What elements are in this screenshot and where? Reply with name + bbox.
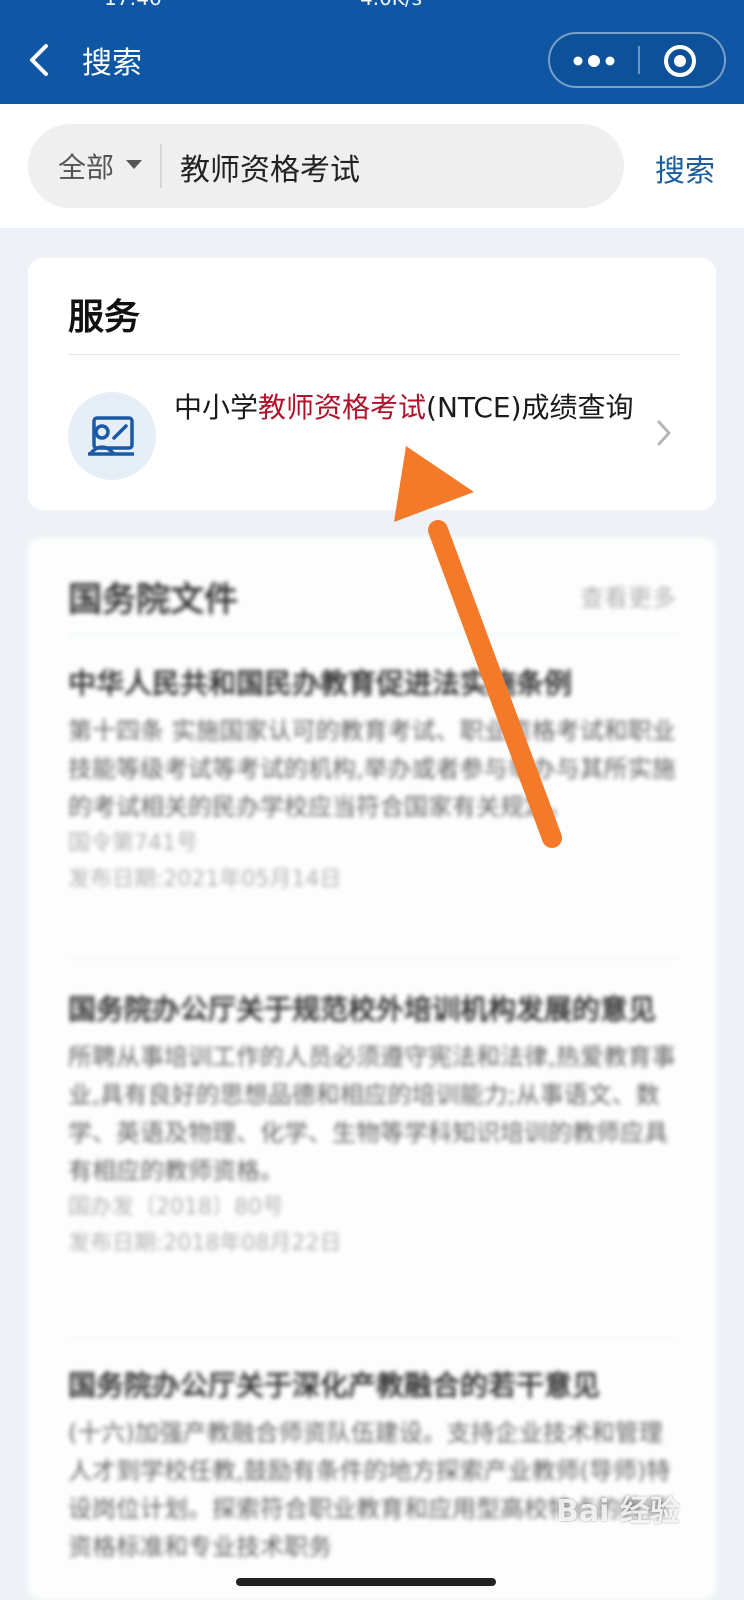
label-prefix: 中小学 (174, 391, 259, 424)
document-title: 中华人民共和国民办教育促进法实施条例 (68, 667, 573, 700)
divider (68, 1338, 678, 1339)
document-item[interactable]: 国务院办公厅关于规范校外培训机构发展的意见 所聘从事培训工作的人员必须遵守宪法和… (68, 988, 678, 1262)
search-box: 全部 (28, 124, 624, 208)
services-title: 服务 (68, 297, 141, 338)
document-number: 国令第741号 (68, 831, 198, 856)
documents-title: 国务院文件 (68, 580, 238, 620)
state-council-documents-card: 国务院文件 查看更多 中华人民共和国民办教育促进法实施条例 第十四条 实施国家认… (28, 538, 716, 1600)
teacher-board-icon (68, 392, 156, 480)
document-date: 发布日期:2018年08月22日 (68, 1231, 342, 1256)
divider (68, 634, 680, 635)
search-button[interactable]: 搜索 (655, 146, 715, 190)
search-divider (160, 144, 162, 188)
home-indicator (236, 1578, 496, 1586)
more-dots-icon[interactable] (550, 34, 638, 86)
back-chevron-icon[interactable] (22, 40, 58, 80)
document-excerpt: 第十四条 实施国家认可的教育考试、职业资格考试和职业技能等级考试等考试的机构,举… (68, 717, 676, 821)
mini-program-capsule (548, 32, 726, 88)
page-title: 搜索 (82, 46, 142, 81)
search-input[interactable] (178, 138, 602, 196)
chevron-right-icon (657, 420, 671, 446)
services-card: 服务 中小学教师资格考试(NTCE)成绩查询 (28, 258, 716, 510)
label-highlight: 教师资格考试 (258, 391, 427, 424)
document-date: 发布日期:2021年05月14日 (68, 867, 342, 892)
divider (68, 958, 678, 959)
document-excerpt: 所聘从事培训工作的人员必须遵守宪法和法律,热爱教育事业,具有良好的思想品德和相应… (68, 1043, 676, 1185)
label-suffix: (NTCE)成绩查询 (426, 391, 634, 424)
document-title: 国务院办公厅关于深化产教融合的若干意见 (68, 1369, 601, 1402)
view-more-link[interactable]: 查看更多 (580, 578, 676, 613)
caret-down-icon[interactable] (126, 160, 142, 169)
mini-program-close-icon[interactable] (640, 34, 726, 86)
document-title: 国务院办公厅关于规范校外培训机构发展的意见 (68, 993, 657, 1026)
status-time: 17:46 (104, 0, 162, 10)
document-item[interactable]: 中华人民共和国民办教育促进法实施条例 第十四条 实施国家认可的教育考试、职业资格… (68, 662, 678, 898)
service-item-label: 中小学教师资格考试(NTCE)成绩查询 (174, 386, 634, 430)
search-scope-dropdown[interactable]: 全部 (58, 146, 114, 186)
divider (68, 354, 680, 355)
top-navigation-bar: 17:46 4.0K/s 搜索 (0, 0, 744, 104)
document-number: 国办发〔2018〕80号 (68, 1195, 284, 1220)
document-item[interactable]: 国务院办公厅关于深化产教融合的若干意见 (十六)加强产教融合师资队伍建设。支持企… (68, 1364, 678, 1566)
status-network-speed: 4.0K/s (360, 0, 422, 10)
service-item-ntce-score[interactable]: 中小学教师资格考试(NTCE)成绩查询 (28, 360, 716, 510)
watermark: Bai 经验 (556, 1494, 680, 1529)
search-bar: 全部 (0, 104, 744, 228)
